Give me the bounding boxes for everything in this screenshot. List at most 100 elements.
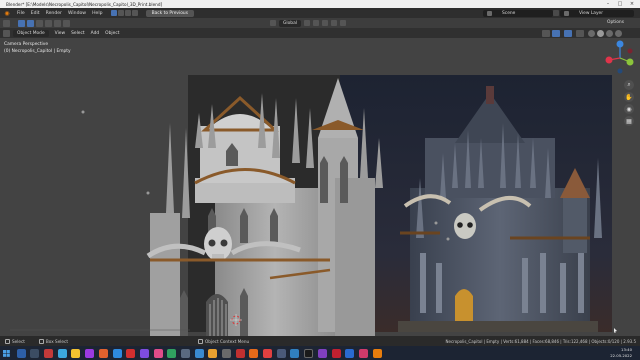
view-layer-icon	[564, 10, 569, 16]
menu-file[interactable]: File	[17, 11, 25, 16]
light-marker-icon[interactable]	[434, 221, 438, 225]
layout-toggle-icon[interactable]	[117, 10, 124, 16]
taskbar-app-icon[interactable]	[153, 348, 163, 358]
taskbar-app-icon[interactable]	[98, 348, 108, 358]
taskbar-app-icon[interactable]	[85, 348, 95, 358]
view-layer-name: View Layer	[579, 10, 604, 16]
scene-name: Scene	[502, 10, 516, 16]
wireframe-shading-icon[interactable]	[588, 29, 595, 37]
light-marker-icon[interactable]	[446, 237, 450, 241]
taskbar-app-icon[interactable]	[180, 348, 190, 358]
status-select: Select	[5, 338, 25, 344]
taskbar-app-icon[interactable]	[276, 348, 286, 358]
select-mode-new-icon[interactable]	[27, 19, 34, 27]
viewport-menu-select[interactable]: Select	[71, 31, 85, 36]
3d-viewport[interactable]: Camera Perspective (0) Necropolis_Capito…	[0, 38, 640, 336]
viewport-menu-add[interactable]: Add	[91, 31, 100, 36]
visibility-icon[interactable]	[542, 29, 550, 37]
material-shading-icon[interactable]	[606, 29, 613, 37]
minimize-icon[interactable]: –	[602, 0, 614, 8]
menu-help[interactable]: Help	[92, 11, 102, 16]
back-to-previous-button[interactable]: Back to Previous	[145, 9, 194, 17]
select-mode-invert-icon[interactable]	[54, 19, 61, 27]
orientation-icon	[270, 20, 276, 26]
window-titlebar: Blender* [E:\Models\Necropolis_Capitol\N…	[0, 0, 640, 8]
xray-toggle-icon[interactable]	[576, 29, 584, 37]
light-marker-icon[interactable]	[146, 191, 150, 195]
navigation-gizmo[interactable]: ⌕ ✋ ◉ ▦	[600, 38, 640, 158]
layout-toggle-icon[interactable]	[124, 10, 131, 16]
pan-hand-icon[interactable]: ✋	[624, 92, 634, 102]
status-bar: Select Box Select Object Context Menu Ne…	[0, 336, 640, 346]
perspective-grid-icon[interactable]: ▦	[624, 116, 634, 126]
camera-icon[interactable]: ◉	[624, 104, 634, 114]
select-tool-icon[interactable]	[18, 19, 25, 27]
layout-toggle-icon[interactable]	[131, 10, 138, 16]
system-clock[interactable]: 13:40 22.05.2022	[610, 347, 632, 358]
shading-mode-group	[588, 29, 622, 37]
proportional-editing-icon[interactable]	[331, 20, 338, 26]
taskbar-app-icon[interactable]	[304, 348, 314, 358]
zoom-icon[interactable]: ⌕	[624, 80, 634, 90]
window-title: Blender* [E:\Models\Necropolis_Capitol\N…	[6, 1, 163, 7]
taskbar-app-icon[interactable]	[235, 348, 245, 358]
axis-gizmo[interactable]	[600, 38, 640, 78]
select-mode-extend-icon[interactable]	[36, 19, 43, 27]
layout-toggle-icon[interactable]	[110, 10, 117, 16]
menu-edit[interactable]: Edit	[31, 11, 40, 16]
taskbar-app-icon[interactable]	[222, 348, 231, 358]
pivot-point-icon[interactable]	[304, 20, 311, 26]
taskbar-app-icon[interactable]	[345, 348, 355, 358]
options-dropdown[interactable]: Options	[607, 20, 624, 25]
scene-icon	[487, 10, 492, 16]
snap-icon[interactable]	[313, 20, 320, 26]
taskbar-app-icon[interactable]	[263, 348, 273, 358]
menu-window[interactable]: Window	[68, 11, 86, 16]
scene-selector[interactable]: Scene	[483, 9, 553, 17]
tool-settings-bar: Global Options	[0, 18, 640, 28]
maximize-icon[interactable]: □	[614, 0, 626, 8]
taskbar-app-icon[interactable]	[139, 348, 149, 358]
taskbar-app-icon[interactable]	[167, 348, 177, 358]
taskbar-app-icon[interactable]	[194, 348, 204, 358]
taskbar-app-icon[interactable]	[44, 348, 54, 358]
windows-start-icon[interactable]	[0, 346, 12, 360]
taskbar-app-icon[interactable]	[16, 348, 26, 358]
snap-target-icon[interactable]	[322, 20, 329, 26]
taskbar-app-icon[interactable]	[249, 348, 259, 358]
select-mode-subtract-icon[interactable]	[45, 19, 52, 27]
object-mode-dropdown[interactable]: Object Mode	[13, 29, 49, 37]
view-layer-selector[interactable]: View Layer	[560, 9, 634, 17]
light-marker-icon[interactable]	[81, 110, 85, 114]
close-icon[interactable]: ×	[626, 0, 638, 8]
proportional-falloff-icon[interactable]	[340, 20, 347, 26]
orientation-dropdown[interactable]: Global	[279, 19, 302, 27]
scene-options-icon[interactable]	[553, 10, 559, 16]
rendered-shading-icon[interactable]	[615, 29, 622, 37]
taskbar-app-icon[interactable]	[358, 348, 368, 358]
blender-logo-icon[interactable]: ◉	[3, 9, 11, 17]
mouse-right-icon	[197, 338, 203, 344]
taskbar-app-icon[interactable]	[126, 348, 136, 358]
taskbar-app-icon[interactable]	[30, 348, 40, 358]
taskbar-app-icon[interactable]	[208, 348, 218, 358]
solid-shading-icon[interactable]	[597, 29, 604, 37]
windows-taskbar: 13:40 22.05.2022	[0, 346, 640, 360]
taskbar-app-icon[interactable]	[331, 348, 341, 358]
editor-type-icon[interactable]	[3, 19, 10, 27]
taskbar-app-icon[interactable]	[372, 348, 382, 358]
taskbar-app-icon[interactable]	[71, 348, 81, 358]
select-mode-intersect-icon[interactable]	[63, 19, 70, 27]
taskbar-app-icon[interactable]	[57, 348, 67, 358]
menu-render[interactable]: Render	[46, 11, 62, 16]
viewport-menu-object[interactable]: Object	[105, 31, 119, 36]
taskbar-app-icon[interactable]	[112, 348, 122, 358]
taskbar-app-icon[interactable]	[290, 348, 300, 358]
transform-orientation: Global	[270, 19, 347, 27]
gizmo-toggle-icon[interactable]	[552, 29, 560, 37]
top-menubar: ◉ File Edit Render Window Help Back to P…	[0, 8, 640, 18]
y-axis-icon	[626, 58, 634, 66]
taskbar-app-icon[interactable]	[317, 348, 327, 358]
viewport-menu-view[interactable]: View	[55, 31, 65, 36]
overlay-toggle-icon[interactable]	[564, 29, 572, 37]
